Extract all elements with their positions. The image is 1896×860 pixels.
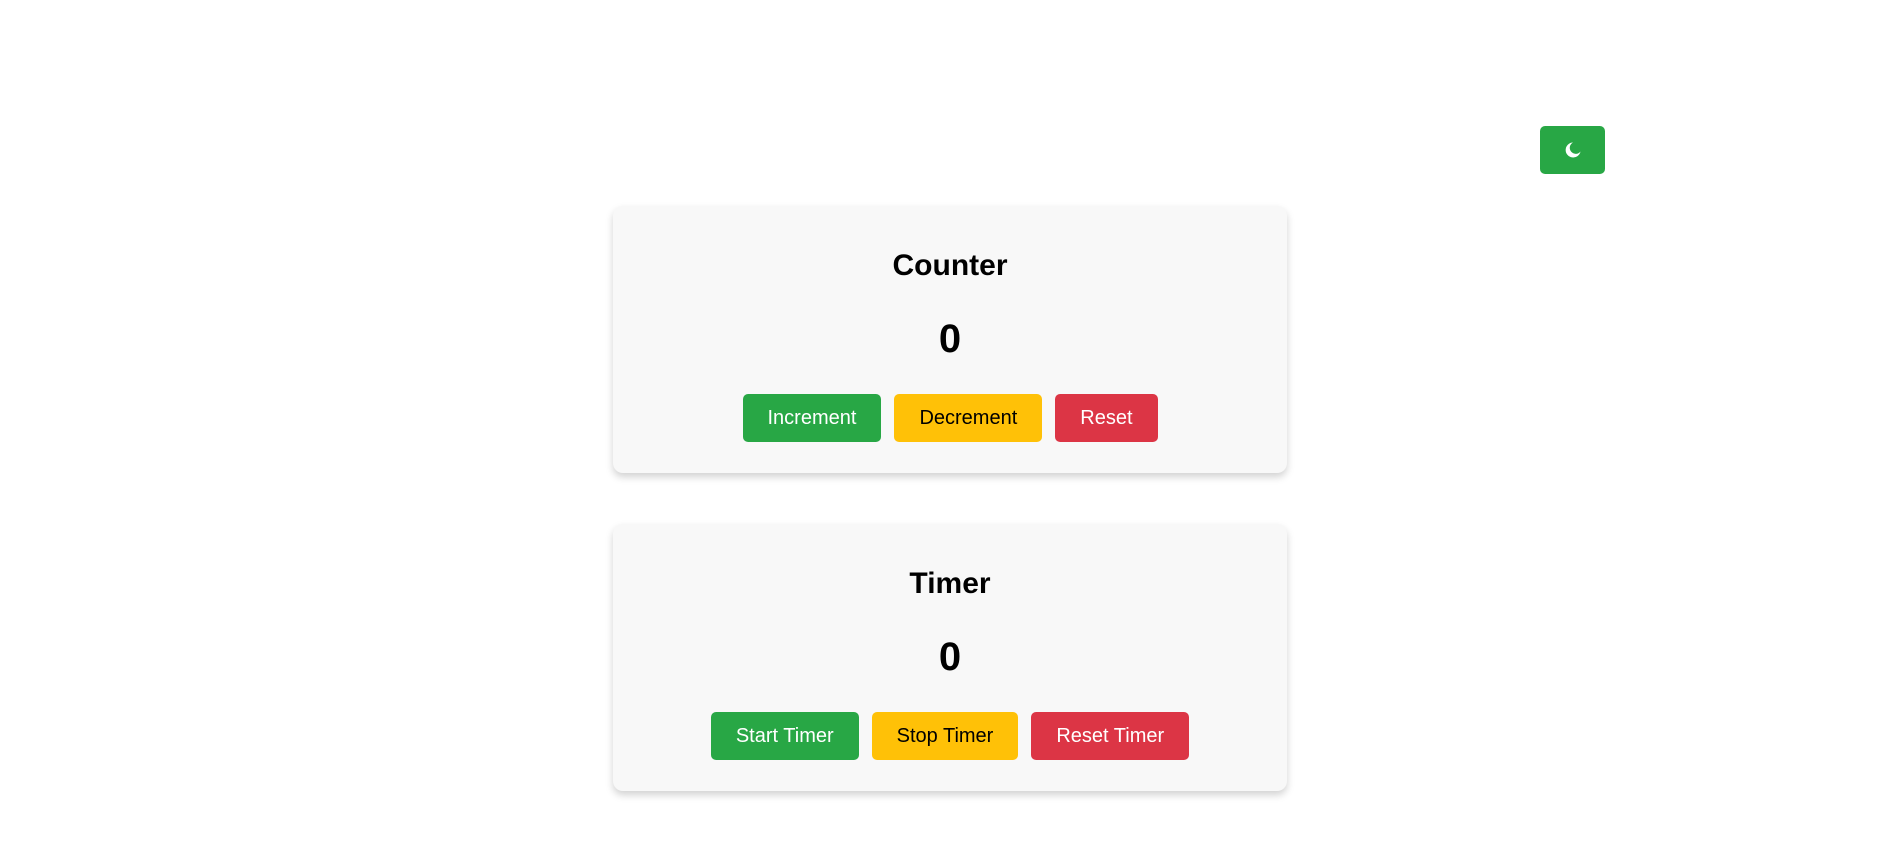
increment-button[interactable]: Increment: [742, 394, 882, 442]
counter-value: 0: [938, 317, 962, 361]
stop-timer-button[interactable]: Stop Timer: [871, 712, 1019, 760]
timer-value: 0: [938, 635, 962, 679]
start-timer-button[interactable]: Start Timer: [710, 712, 859, 760]
reset-timer-button[interactable]: Reset Timer: [1031, 712, 1190, 760]
timer-card: Timer 0 Start Timer Stop Timer Reset Tim…: [613, 524, 1287, 791]
decrement-button[interactable]: Decrement: [894, 394, 1043, 442]
timer-button-row: Start Timer Stop Timer Reset Timer: [613, 712, 1287, 760]
theme-toggle-button[interactable]: [1540, 126, 1605, 174]
timer-title: Timer: [909, 567, 991, 600]
moon-icon: [1564, 141, 1582, 159]
counter-card: Counter 0 Increment Decrement Reset: [613, 206, 1287, 473]
reset-button[interactable]: Reset: [1055, 394, 1158, 442]
counter-title: Counter: [892, 249, 1008, 282]
counter-button-row: Increment Decrement Reset: [613, 394, 1287, 442]
